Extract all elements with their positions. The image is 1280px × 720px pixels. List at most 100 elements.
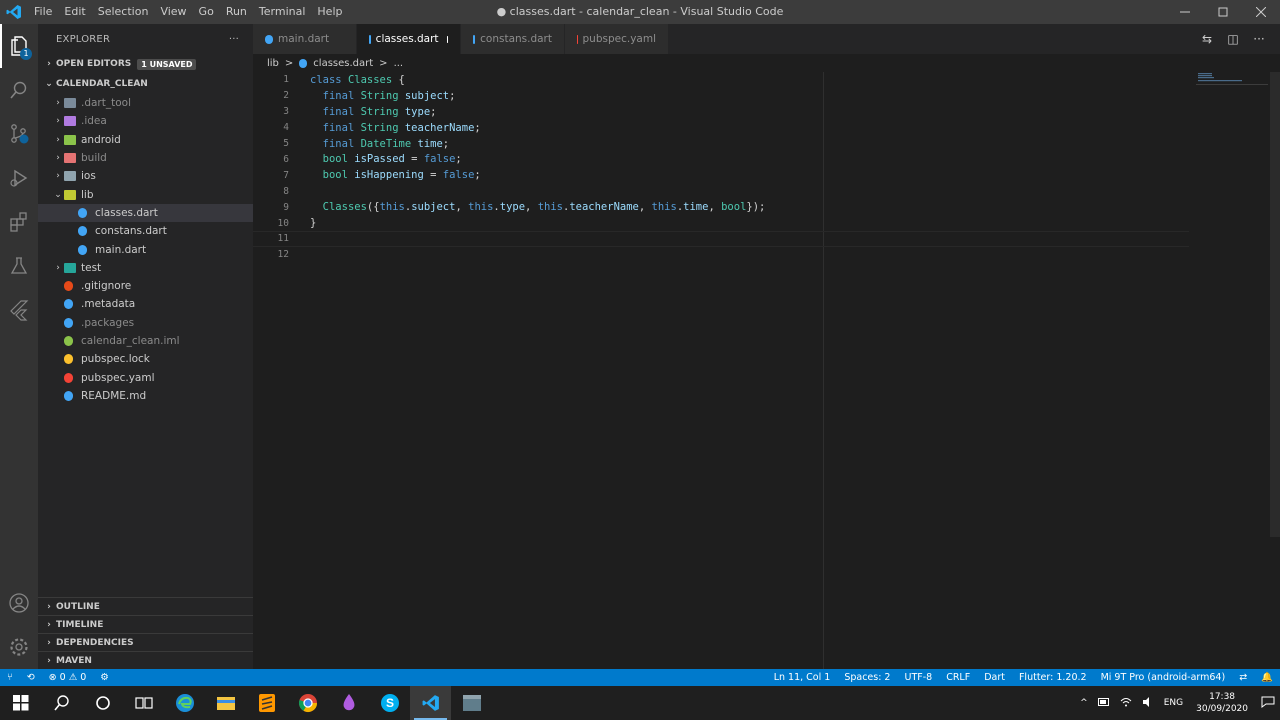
breadcrumb-symbol[interactable]: ...	[394, 58, 404, 69]
code-token: ,	[708, 201, 722, 214]
status-left-item[interactable]: ⟲	[20, 672, 42, 683]
flutter-icon[interactable]	[0, 288, 38, 332]
run-debug-icon[interactable]	[0, 156, 38, 200]
status-left-item[interactable]: ⚙	[93, 672, 116, 683]
section-maven[interactable]: › MAVEN	[38, 651, 253, 669]
extensions-icon[interactable]	[0, 200, 38, 244]
settings-gear-icon[interactable]	[0, 625, 38, 669]
close-icon[interactable]	[1242, 0, 1280, 24]
code-token: this	[537, 201, 563, 214]
unsaved-dot-icon[interactable]	[446, 35, 448, 43]
tray-overflow-icon[interactable]: ^	[1075, 698, 1093, 708]
chrome-icon[interactable]	[287, 686, 328, 720]
tree-item[interactable]: ⌄ lib	[38, 185, 253, 203]
status-right-item[interactable]: Spaces: 2	[837, 672, 897, 683]
status-right-item[interactable]: UTF-8	[897, 672, 939, 683]
tab-classes-dart[interactable]: classes.dart	[357, 24, 461, 54]
menu-view[interactable]: View	[154, 0, 192, 24]
menu-selection[interactable]: Selection	[92, 0, 155, 24]
section-dependencies[interactable]: › DEPENDENCIES	[38, 633, 253, 651]
menu-edit[interactable]: Edit	[58, 0, 91, 24]
tree-item[interactable]: .packages	[38, 314, 253, 332]
minimize-icon[interactable]	[1166, 0, 1204, 24]
tree-item[interactable]: › ios	[38, 167, 253, 185]
status-right-item[interactable]: ⇄	[1232, 672, 1254, 683]
tree-item[interactable]: › .dart_tool	[38, 94, 253, 112]
status-right-item[interactable]: Dart	[977, 672, 1012, 683]
code-token: ,	[455, 201, 469, 214]
status-left-item[interactable]: ⑂	[0, 672, 20, 683]
search-icon[interactable]	[0, 68, 38, 112]
status-right-item[interactable]: CRLF	[939, 672, 977, 683]
tree-item[interactable]: .metadata	[38, 295, 253, 313]
source-control-icon[interactable]	[0, 112, 38, 156]
tree-item[interactable]: › test	[38, 259, 253, 277]
tree-item[interactable]: README.md	[38, 387, 253, 405]
calendar-app-icon[interactable]	[451, 686, 492, 720]
section-outline[interactable]: › OUTLINE	[38, 597, 253, 615]
breadcrumb-file[interactable]: classes.dart	[313, 58, 373, 69]
more-actions-icon[interactable]: ···	[229, 34, 239, 45]
breadcrumb-folder[interactable]: lib	[267, 58, 279, 69]
code-editor[interactable]: 1 class Classes {2 final String subject; 3…	[253, 72, 1270, 669]
search-icon[interactable]	[41, 686, 82, 720]
tab-constans-dart[interactable]: constans.dart	[461, 24, 565, 54]
language-indicator[interactable]: ENG	[1159, 698, 1188, 708]
battery-icon[interactable]	[1093, 697, 1115, 709]
edge-browser-icon[interactable]	[164, 686, 205, 720]
explorer-header: EXPLORER ···	[38, 24, 253, 54]
account-icon[interactable]	[0, 581, 38, 625]
clock[interactable]: 17:38 30/09/2020	[1188, 691, 1256, 715]
menu-terminal[interactable]: Terminal	[253, 0, 312, 24]
explorer-icon[interactable]: 1	[0, 24, 38, 68]
chevron-right-icon: ›	[56, 98, 60, 109]
code-token: ;	[449, 89, 456, 102]
tree-item[interactable]: calendar_clean.iml	[38, 332, 253, 350]
file-explorer-icon[interactable]	[205, 686, 246, 720]
windows-start-icon[interactable]	[0, 686, 41, 720]
tree-item[interactable]: › build	[38, 149, 253, 167]
tree-item[interactable]: .gitignore	[38, 277, 253, 295]
volume-icon[interactable]	[1137, 696, 1159, 710]
task-view-icon[interactable]	[123, 686, 164, 720]
open-editors-section[interactable]: › OPEN EDITORS 1 UNSAVED	[38, 54, 253, 74]
sublime-text-icon[interactable]	[246, 686, 287, 720]
tree-item[interactable]: pubspec.yaml	[38, 368, 253, 386]
tree-item[interactable]: classes.dart	[38, 203, 253, 223]
menu-run[interactable]: Run	[220, 0, 253, 24]
tree-item[interactable]: constans.dart	[38, 222, 253, 240]
status-right-item[interactable]: Mi 9T Pro (android-arm64)	[1094, 672, 1233, 683]
maximize-icon[interactable]	[1204, 0, 1242, 24]
drop-app-icon[interactable]	[328, 686, 369, 720]
minimap[interactable]	[1194, 72, 1270, 669]
sidebar-bottom-sections: › OUTLINE › TIMELINE › DEPENDENCIES › MAVEN	[38, 597, 253, 669]
menu-help[interactable]: Help	[311, 0, 348, 24]
skype-icon[interactable]: S	[369, 686, 410, 720]
more-actions-icon[interactable]: ···	[1246, 32, 1272, 46]
scrollbar-thumb[interactable]	[1270, 72, 1280, 537]
project-section[interactable]: ⌄ CALENDAR_CLEAN	[38, 74, 253, 94]
menu-file[interactable]: File	[28, 0, 58, 24]
tree-item[interactable]: › android	[38, 131, 253, 149]
status-right-item[interactable]: 🔔	[1254, 672, 1280, 683]
section-timeline[interactable]: › TIMELINE	[38, 615, 253, 633]
cortana-icon[interactable]	[82, 686, 123, 720]
status-left-item[interactable]: ⊗ 0 ⚠ 0	[42, 672, 94, 683]
vscode-taskbar-icon[interactable]	[410, 686, 451, 720]
wifi-icon[interactable]	[1115, 697, 1137, 710]
status-right-item[interactable]: Flutter: 1.20.2	[1012, 672, 1094, 683]
tree-item[interactable]: › .idea	[38, 112, 253, 130]
chevron-right-icon: ›	[56, 171, 60, 182]
tree-item[interactable]: main.dart	[38, 240, 253, 258]
tab-main-dart[interactable]: main.dart	[253, 24, 357, 54]
status-right-item[interactable]: Ln 11, Col 1	[767, 672, 838, 683]
tree-item[interactable]: pubspec.lock	[38, 350, 253, 368]
notifications-icon[interactable]	[1256, 696, 1280, 711]
open-changes-icon[interactable]: ⇆	[1194, 32, 1220, 46]
tab-pubspec-yaml[interactable]: pubspec.yaml	[565, 24, 669, 54]
split-editor-icon[interactable]: ◫	[1220, 32, 1246, 46]
testing-flask-icon[interactable]	[0, 244, 38, 288]
menu-go[interactable]: Go	[193, 0, 220, 24]
line-code: bool isHappening = false;	[310, 169, 481, 181]
